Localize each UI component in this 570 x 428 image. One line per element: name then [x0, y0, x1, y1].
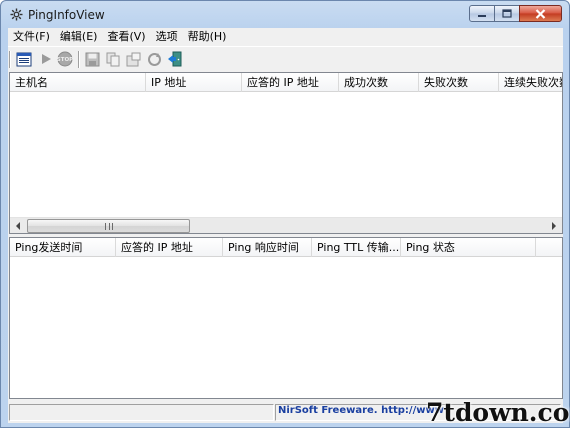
maximize-icon: [502, 9, 512, 18]
properties-icon: [126, 52, 140, 66]
column-consecutive-failed[interactable]: 连续失败次数: [499, 73, 562, 92]
save-icon: [85, 52, 99, 66]
options-button[interactable]: [15, 50, 33, 68]
exit-button[interactable]: [166, 50, 184, 68]
copy-button[interactable]: [104, 50, 122, 68]
arrow-right-icon: [552, 222, 556, 230]
status-pane-left: [9, 404, 274, 421]
horizontal-scrollbar[interactable]: [10, 217, 562, 233]
toolbar: STOP: [8, 46, 563, 71]
menu-view[interactable]: 查看(V): [102, 28, 150, 46]
start-button[interactable]: [37, 50, 55, 68]
properties-button[interactable]: [124, 50, 142, 68]
hosts-column-header: 主机名 IP 地址 应答的 IP 地址 成功次数 失败次数 连续失败次数: [10, 73, 562, 92]
hosts-list[interactable]: 主机名 IP 地址 应答的 IP 地址 成功次数 失败次数 连续失败次数: [9, 72, 563, 234]
client-area: 文件(F) 编辑(E) 查看(V) 选项 帮助(H) STOP 主机名 IP 地…: [8, 28, 563, 423]
options-icon: [16, 52, 32, 66]
menu-file[interactable]: 文件(F): [8, 28, 55, 46]
scroll-left-button[interactable]: [10, 218, 26, 233]
history-column-header: Ping发送时间 应答的 IP 地址 Ping 响应时间 Ping TTL 传输…: [10, 238, 562, 257]
close-icon: [535, 8, 546, 19]
app-icon: [10, 8, 23, 21]
minimize-button[interactable]: [469, 5, 495, 22]
window-title: PingInfoView: [28, 8, 105, 22]
menu-edit[interactable]: 编辑(E): [55, 28, 103, 46]
nirsoft-link[interactable]: NirSoft Freeware. http://www: [278, 405, 444, 416]
app-window: PingInfoView 文件(F) 编辑(E) 查看(V) 选项 帮助(H): [0, 0, 570, 428]
ping-history-list[interactable]: Ping发送时间 应答的 IP 地址 Ping 响应时间 Ping TTL 传输…: [9, 237, 563, 399]
column-reply-ip[interactable]: 应答的 IP 地址: [242, 73, 339, 92]
column-ip-address[interactable]: IP 地址: [146, 73, 242, 92]
column-ping-ttl[interactable]: Ping TTL 传输...: [312, 238, 401, 257]
toolbar-separator: [9, 51, 11, 68]
column-success-count[interactable]: 成功次数: [339, 73, 419, 92]
svg-text:STOP: STOP: [57, 57, 73, 63]
scrollbar-thumb[interactable]: [27, 219, 190, 233]
exit-icon: [168, 51, 182, 67]
toolbar-separator: [78, 51, 80, 68]
menu-bar: 文件(F) 编辑(E) 查看(V) 选项 帮助(H): [8, 28, 563, 46]
title-bar[interactable]: PingInfoView: [1, 1, 569, 28]
stop-button[interactable]: STOP: [56, 50, 74, 68]
column-ping-response-time[interactable]: Ping 响应时间: [223, 238, 312, 257]
arrow-left-icon: [16, 222, 20, 230]
stop-icon: STOP: [57, 51, 73, 67]
scroll-right-button[interactable]: [546, 218, 562, 233]
refresh-button[interactable]: [145, 50, 163, 68]
watermark: 7tdown.com: [426, 398, 570, 427]
column-ping-sent-time[interactable]: Ping发送时间: [10, 238, 116, 257]
maximize-button[interactable]: [494, 5, 520, 22]
menu-options[interactable]: 选项: [151, 28, 183, 46]
save-button[interactable]: [83, 50, 101, 68]
column-reply-ip[interactable]: 应答的 IP 地址: [116, 238, 223, 257]
refresh-icon: [147, 52, 161, 66]
grip-icon: [105, 223, 113, 231]
window-controls: [469, 5, 562, 22]
column-ping-status[interactable]: Ping 状态: [401, 238, 536, 257]
minimize-icon: [478, 14, 486, 17]
start-icon: [42, 54, 51, 64]
close-button[interactable]: [519, 5, 562, 22]
copy-icon: [106, 52, 119, 66]
column-failed-count[interactable]: 失败次数: [419, 73, 499, 92]
column-hostname[interactable]: 主机名: [10, 73, 146, 92]
menu-help[interactable]: 帮助(H): [183, 28, 232, 46]
